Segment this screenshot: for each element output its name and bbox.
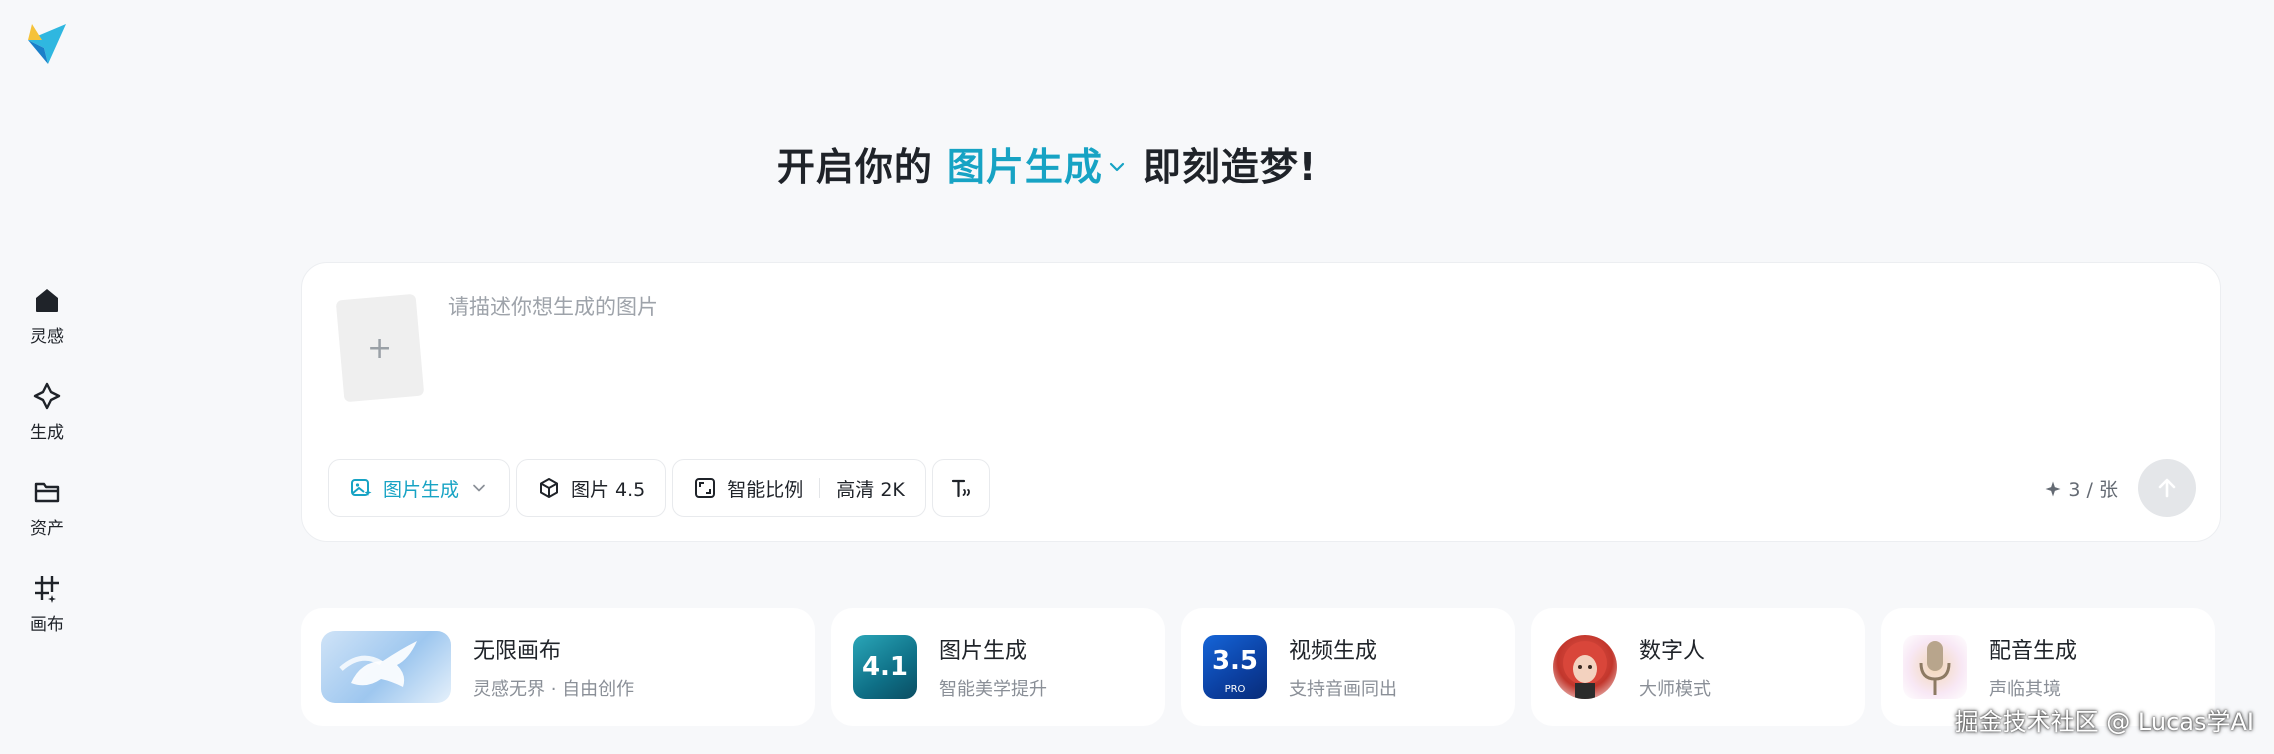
sidebar-item-inspiration[interactable]: 灵感 <box>0 276 94 372</box>
text-style-icon <box>951 479 970 498</box>
model-tier-badge: PRO <box>1224 684 1246 695</box>
divider <box>819 478 821 498</box>
sidebar-item-label: 灵感 <box>30 327 64 347</box>
chevron-down-icon <box>1109 162 1124 171</box>
card-title: 无限画布 <box>473 639 562 664</box>
mode-switch-dropdown[interactable]: 图片生成 <box>947 136 1129 191</box>
card-subtitle: 支持音画同出 <box>1289 679 1397 700</box>
sidebar-item-label: 生成 <box>30 423 64 443</box>
feature-cards: 无限画布 灵感无界 · 自由创作 4.1 图片生成 智能美学提升 3.5 PRO… <box>301 608 2215 726</box>
folder-icon <box>34 482 60 503</box>
arrow-up-icon <box>2158 478 2176 498</box>
microphone-thumbnail <box>1903 635 1967 699</box>
feature-card-digital-human[interactable]: 数字人 大师模式 <box>1531 608 1865 726</box>
card-subtitle: 大师模式 <box>1639 679 1711 700</box>
card-subtitle: 灵感无界 · 自由创作 <box>473 679 635 700</box>
feature-card-infinite-canvas[interactable]: 无限画布 灵感无界 · 自由创作 <box>301 608 815 726</box>
model-selector[interactable]: 图片 4.5 <box>516 459 667 517</box>
digital-human-thumbnail <box>1553 635 1617 699</box>
feature-card-image-generation[interactable]: 4.1 图片生成 智能美学提升 <box>831 608 1165 726</box>
sidebar-item-assets[interactable]: 资产 <box>0 468 94 564</box>
sidebar-item-label: 资产 <box>30 519 64 539</box>
aspect-ratio-icon <box>695 478 716 498</box>
home-icon <box>36 289 58 312</box>
model-version-badge: 4.1 <box>861 652 909 682</box>
cube-icon <box>540 478 559 498</box>
card-subtitle: 智能美学提升 <box>939 679 1047 700</box>
page-headline: 开启你的 图片生成 即刻造梦! <box>0 136 2094 191</box>
image-model-thumbnail: 4.1 <box>853 635 917 699</box>
image-sparkle-icon <box>351 479 372 496</box>
generation-mode-label: 图片生成 <box>383 478 460 501</box>
card-title: 数字人 <box>1639 639 1706 664</box>
ratio-quality-selector[interactable]: 智能比例 高清 2K <box>672 459 926 517</box>
send-button[interactable] <box>2138 459 2196 517</box>
credit-cost: 3 / 张 <box>2044 475 2118 502</box>
composer-toolbar: 图片生成 图片 4.5 智能比例 高清 2K <box>328 459 990 517</box>
logo-icon <box>28 24 66 64</box>
app-logo[interactable] <box>26 22 68 66</box>
quality-label: 高清 2K <box>836 478 905 501</box>
plus-icon: + <box>367 330 393 366</box>
card-title: 配音生成 <box>1989 639 2078 664</box>
generation-mode-selector[interactable]: 图片生成 <box>328 459 511 517</box>
sidebar-item-label: 画布 <box>30 615 64 635</box>
model-label: 图片 4.5 <box>571 478 646 501</box>
prompt-input[interactable] <box>448 291 2148 431</box>
video-model-thumbnail: 3.5 PRO <box>1203 635 1267 699</box>
prompt-composer: + 图片生成 图片 4.5 <box>301 262 2221 542</box>
pegasus-thumbnail <box>321 631 451 703</box>
mode-switch-label: 图片生成 <box>946 145 1103 189</box>
spark-icon <box>2045 481 2061 496</box>
chevron-down-icon <box>473 484 485 492</box>
canvas-icon <box>35 576 59 603</box>
credit-cost-text: 3 / 张 <box>2068 479 2118 501</box>
watermark: 掘金技术社区 @ Lucas学AI <box>1954 708 2254 736</box>
ratio-label: 智能比例 <box>727 478 804 501</box>
headline-suffix: 即刻造梦! <box>1142 145 1318 189</box>
feature-card-video-generation[interactable]: 3.5 PRO 视频生成 支持音画同出 <box>1181 608 1515 726</box>
text-style-button[interactable] <box>931 459 990 517</box>
card-title: 图片生成 <box>939 639 1028 664</box>
card-title: 视频生成 <box>1289 639 1378 664</box>
upload-reference-button[interactable]: + <box>335 293 425 403</box>
sparkle-icon <box>33 382 61 410</box>
card-subtitle: 声临其境 <box>1989 679 2061 700</box>
sidebar-item-canvas[interactable]: 画布 <box>0 564 94 660</box>
sidebar-item-generate[interactable]: 生成 <box>0 372 94 468</box>
headline-prefix: 开启你的 <box>776 145 933 189</box>
sidebar: 灵感 生成 资产 画布 <box>0 276 94 660</box>
